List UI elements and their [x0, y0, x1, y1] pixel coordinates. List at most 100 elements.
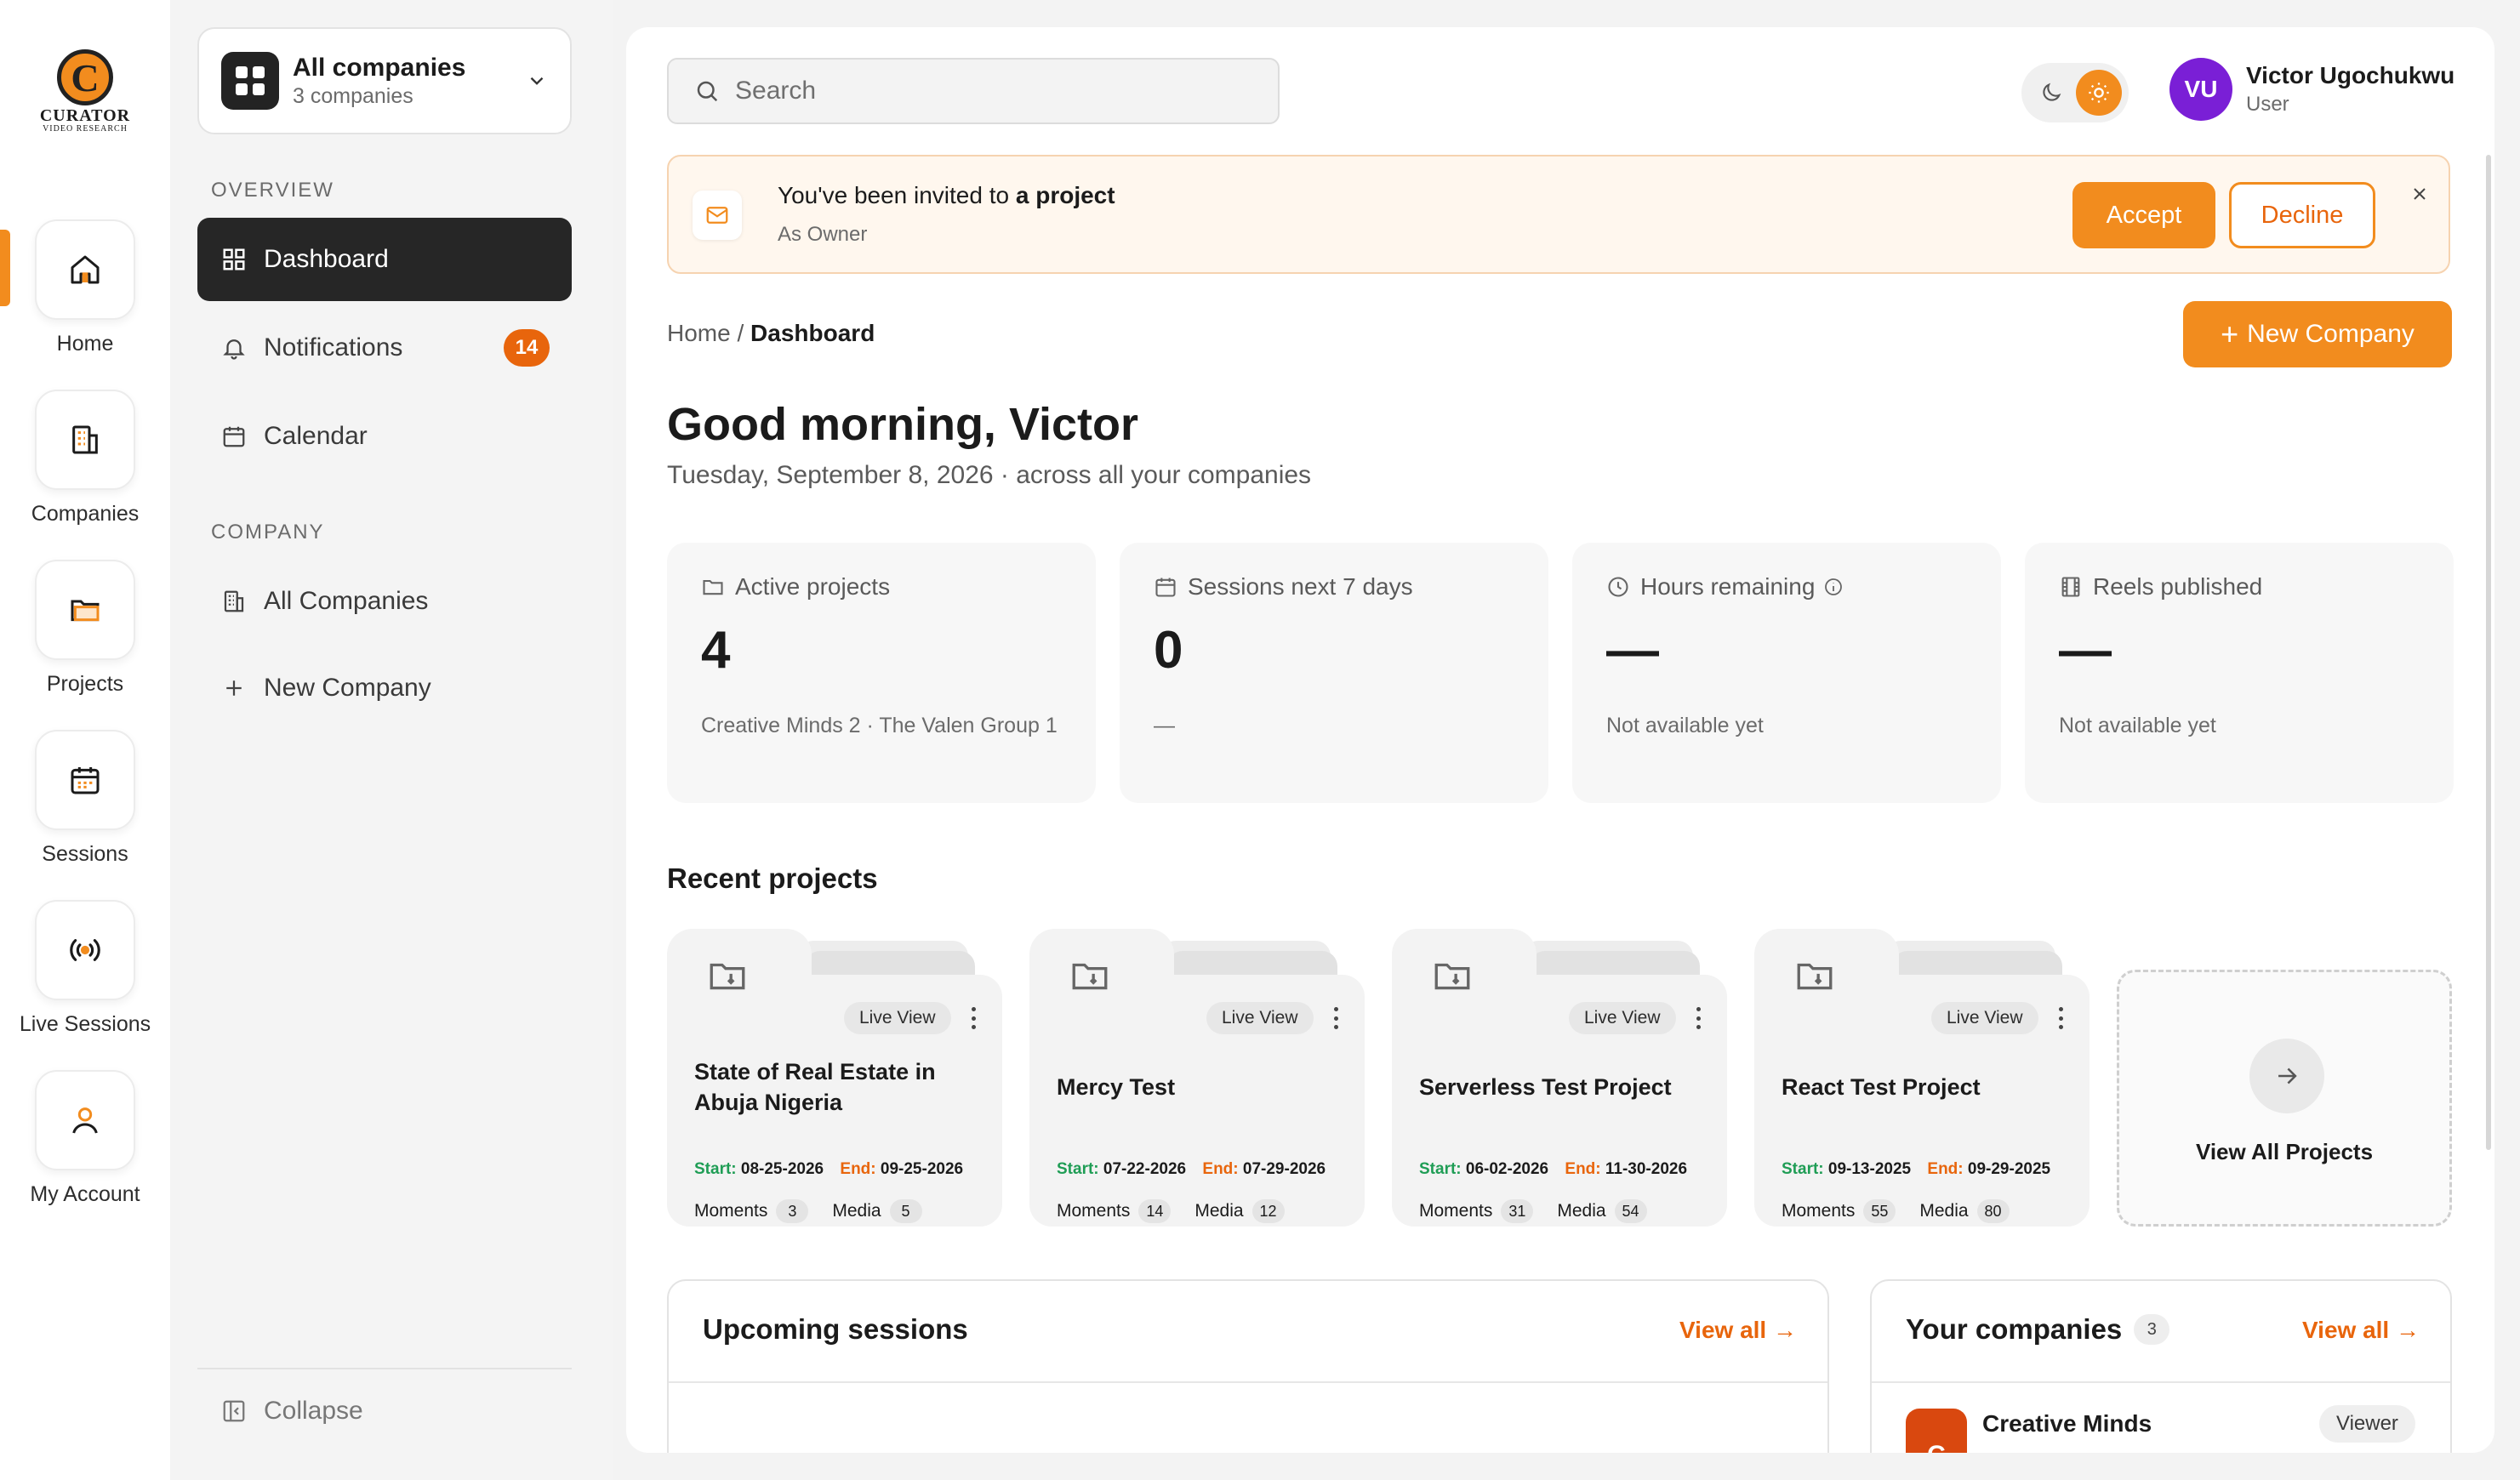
- curator-logo[interactable]: C CURATOR VIDEO RESEARCH: [37, 49, 133, 134]
- rail-companies-button[interactable]: [35, 390, 135, 490]
- dark-mode-button[interactable]: [2028, 70, 2074, 116]
- sidebar-item-all-companies[interactable]: All Companies: [197, 560, 572, 643]
- more-options-icon[interactable]: [2052, 1004, 2069, 1033]
- calendar-icon: [223, 426, 245, 447]
- accept-button[interactable]: Accept: [2072, 182, 2215, 248]
- building-icon: [224, 590, 244, 612]
- sidebar-item-dashboard[interactable]: Dashboard: [197, 218, 572, 301]
- sidebar-collapse-button[interactable]: Collapse: [197, 1369, 572, 1453]
- company-switcher[interactable]: All companies 3 companies: [197, 27, 572, 134]
- moon-icon: [2043, 83, 2061, 101]
- more-options-icon[interactable]: [965, 1004, 982, 1033]
- moments-count: 31: [1501, 1199, 1534, 1223]
- theme-toggle[interactable]: [2021, 63, 2129, 122]
- stat-card-active-projects[interactable]: Active projects 4 Creative Minds 2 · The…: [667, 543, 1096, 803]
- arrow-right-icon: [2249, 1039, 2324, 1113]
- stat-card-reels-published[interactable]: Reels published — Not available yet: [2025, 543, 2454, 803]
- stat-value: —: [2059, 621, 2112, 680]
- calendar-icon: [71, 767, 100, 794]
- start-date: 08-25-2026: [740, 1160, 824, 1178]
- clock-icon: [1606, 575, 1630, 599]
- rail-item-home[interactable]: Home: [0, 219, 170, 356]
- info-icon[interactable]: [1823, 577, 1844, 597]
- rail-projects-button[interactable]: [35, 560, 135, 660]
- end-date: 11-30-2026: [1605, 1160, 1688, 1178]
- your-companies-view-all-link[interactable]: View all →: [2302, 1317, 2420, 1344]
- avatar: VU: [2169, 58, 2232, 121]
- your-companies-title-text: Your companies: [1906, 1313, 2123, 1345]
- live-view-button[interactable]: Live View: [1931, 1002, 2038, 1034]
- live-view-button[interactable]: Live View: [1206, 1002, 1314, 1034]
- start-label: Start:: [1057, 1160, 1099, 1178]
- rail-item-my-account[interactable]: My Account: [0, 1070, 170, 1207]
- live-view-button[interactable]: Live View: [844, 1002, 951, 1034]
- company-switcher-subtitle: 3 companies: [293, 83, 413, 108]
- rail-item-projects[interactable]: Projects: [0, 560, 170, 697]
- project-card[interactable]: Live View Mercy Test Start: 07-22-2026 E…: [1029, 929, 1370, 1227]
- rail-item-live-sessions[interactable]: Live Sessions: [0, 900, 170, 1037]
- project-card[interactable]: Live View Serverless Test Project Start:…: [1392, 929, 1732, 1227]
- folder-icon: [71, 600, 100, 622]
- your-companies-panel: Your companies 3 View all → C Creative M…: [1870, 1279, 2452, 1453]
- close-icon[interactable]: [2404, 179, 2435, 209]
- apps-grid-icon: [221, 52, 279, 110]
- new-company-button[interactable]: + New Company: [2183, 301, 2452, 367]
- moments-label: Moments: [1057, 1201, 1131, 1221]
- rail-sessions-button[interactable]: [35, 730, 135, 830]
- stat-note: Not available yet: [2059, 714, 2216, 737]
- media-count: 54: [1614, 1199, 1647, 1223]
- search-input[interactable]: Search: [667, 58, 1280, 124]
- sidebar-item-calendar[interactable]: Calendar: [197, 395, 572, 478]
- view-all-projects-card[interactable]: View All Projects: [2117, 970, 2452, 1227]
- rail-label-companies: Companies: [31, 502, 140, 526]
- rail-home-button[interactable]: [35, 219, 135, 320]
- stat-card-hours-remaining[interactable]: Hours remaining — Not available yet: [1572, 543, 2001, 803]
- live-view-button[interactable]: Live View: [1569, 1002, 1676, 1034]
- project-card[interactable]: Live View React Test Project Start: 09-1…: [1754, 929, 2095, 1227]
- page-title: Good morning, Victor: [667, 399, 1139, 450]
- invite-title-target: a project: [1015, 182, 1115, 208]
- stat-value: —: [1606, 621, 1659, 680]
- stat-value: 4: [701, 621, 731, 680]
- building-icon: [72, 425, 98, 454]
- sidebar-item-label: Dashboard: [264, 245, 389, 273]
- end-label: End:: [1565, 1160, 1601, 1178]
- section-label-overview: OVERVIEW: [211, 179, 334, 202]
- rail-item-companies[interactable]: Companies: [0, 390, 170, 527]
- stat-card-sessions-next-7-days[interactable]: Sessions next 7 days 0 —: [1120, 543, 1548, 803]
- project-dates: Start: 08-25-2026 End: 09-25-2026: [694, 1160, 963, 1179]
- light-mode-button[interactable]: [2076, 70, 2122, 116]
- start-label: Start:: [1419, 1160, 1462, 1178]
- upcoming-sessions-view-all-link[interactable]: View all →: [1679, 1317, 1797, 1344]
- user-menu[interactable]: VU Victor Ugochukwu User: [2169, 58, 2454, 121]
- folder-icon: [1434, 963, 1470, 990]
- scrollbar[interactable]: [2486, 155, 2491, 1150]
- project-dates: Start: 07-22-2026 End: 07-29-2026: [1057, 1160, 1326, 1179]
- main-panel: Search VU Victor Ugochukwu User You've b…: [626, 27, 2494, 1453]
- plus-icon: [226, 680, 242, 696]
- moments-label: Moments: [694, 1201, 768, 1221]
- project-card[interactable]: Live View State of Real Estate in Abuja …: [667, 929, 1007, 1227]
- chevron-down-icon: [530, 77, 544, 85]
- logo-tagline: VIDEO RESEARCH: [43, 124, 128, 134]
- rail-my-account-button[interactable]: [35, 1070, 135, 1170]
- end-date: 09-29-2025: [1967, 1160, 2051, 1178]
- more-options-icon[interactable]: [1690, 1004, 1707, 1033]
- company-row[interactable]: C Creative Minds Viewer: [1906, 1405, 2433, 1453]
- logo-wordmark: CURATOR: [39, 106, 131, 125]
- decline-button[interactable]: Decline: [2229, 182, 2375, 248]
- stat-label: Sessions next 7 days: [1188, 573, 1413, 600]
- sidebar-item-notifications[interactable]: Notifications 14: [197, 306, 572, 390]
- project-counts: Moments 14 Media 12: [1057, 1199, 1308, 1223]
- company-role-badge: Viewer: [2319, 1405, 2415, 1443]
- breadcrumb-home[interactable]: Home: [667, 320, 731, 346]
- rail-live-sessions-button[interactable]: [35, 900, 135, 1000]
- sidebar-item-new-company[interactable]: New Company: [197, 646, 572, 730]
- more-options-icon[interactable]: [1327, 1004, 1344, 1033]
- home-icon: [71, 255, 100, 284]
- media-count: 12: [1251, 1199, 1285, 1223]
- breadcrumb: Home / Dashboard: [667, 320, 875, 347]
- end-label: End:: [1927, 1160, 1964, 1178]
- sidebar-item-label: Notifications: [264, 333, 403, 361]
- rail-item-sessions[interactable]: Sessions: [0, 730, 170, 867]
